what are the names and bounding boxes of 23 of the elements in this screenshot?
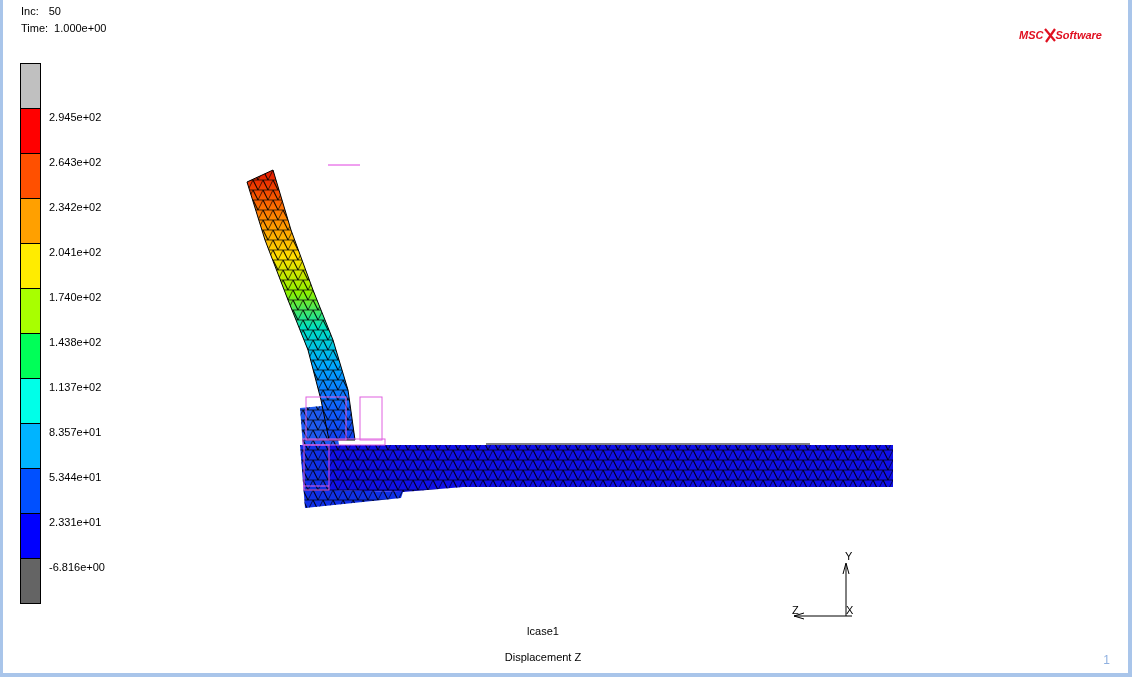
legend-value-label: 8.357e+01 xyxy=(49,426,102,439)
legend-value-label: 2.945e+02 xyxy=(49,111,102,124)
legend-value-label: 2.041e+02 xyxy=(49,246,102,259)
z-axis-arrow xyxy=(793,612,853,620)
legend-value-label: 1.438e+02 xyxy=(49,336,102,349)
legend-value-label: 2.331e+01 xyxy=(49,516,102,529)
result-label: Displacement Z xyxy=(504,651,582,664)
load-case-label: lcase1 xyxy=(527,625,559,638)
legend-value-label: 1.137e+02 xyxy=(49,381,102,394)
legend-value-label: -6.816e+00 xyxy=(49,561,105,574)
increment-label: Inc: xyxy=(21,5,39,18)
axis-label: X xyxy=(846,604,854,616)
company-logo: MSC Software xyxy=(1019,26,1102,44)
legend-value-label: 5.344e+01 xyxy=(49,471,102,484)
axis-label: Z xyxy=(792,604,799,616)
legend-value-label: 2.643e+02 xyxy=(49,156,102,169)
page-number: 1 xyxy=(1103,654,1110,667)
time-label: Time: xyxy=(21,22,49,35)
increment-value: 50 xyxy=(48,5,61,18)
time-value: 1.000e+00 xyxy=(54,22,107,35)
legend-value-label: 2.342e+02 xyxy=(49,201,102,214)
legend-value-label: 1.740e+02 xyxy=(49,291,102,304)
axis-label: Y xyxy=(845,550,853,562)
